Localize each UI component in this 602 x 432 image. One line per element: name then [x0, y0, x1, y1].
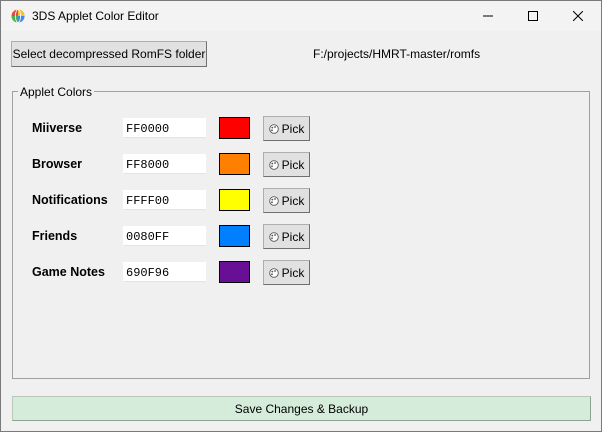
color-swatch [219, 117, 250, 139]
row-label: Notifications [32, 193, 108, 207]
hex-input[interactable]: FF8000 [123, 154, 206, 174]
color-row-game-notes: Game Notes 690F96 Pick [1, 260, 602, 286]
group-title: Applet Colors [18, 85, 95, 99]
pick-button-label: Pick [281, 121, 305, 136]
title-bar[interactable]: 3DS Applet Color Editor [1, 1, 601, 31]
color-row-notifications: Notifications FFFF00 Pick [1, 188, 602, 214]
select-folder-button[interactable]: Select decompressed RomFS folder [11, 41, 207, 67]
app-window: 3DS Applet Color Editor Select decompres… [0, 0, 602, 432]
row-label: Friends [32, 229, 78, 243]
window-title: 3DS Applet Color Editor [32, 9, 159, 23]
save-backup-button[interactable]: Save Changes & Backup [12, 396, 591, 421]
hex-input[interactable]: 690F96 [123, 262, 206, 282]
hex-input[interactable]: FF0000 [123, 118, 206, 138]
color-row-friends: Friends 0080FF Pick [1, 224, 602, 250]
color-row-browser: Browser FF8000 Pick [1, 152, 602, 178]
color-swatch [219, 261, 250, 283]
color-swatch [219, 189, 250, 211]
row-label: Miiverse [32, 121, 83, 135]
color-swatch [219, 225, 250, 247]
minimize-icon [483, 15, 493, 17]
pick-button[interactable]: Pick [263, 188, 310, 213]
maximize-icon [528, 11, 538, 21]
pick-button-label: Pick [281, 157, 305, 172]
palette-icon [268, 195, 279, 206]
hex-input[interactable]: FFFF00 [123, 190, 206, 210]
row-label: Game Notes [32, 265, 105, 279]
palette-icon [268, 159, 279, 170]
maximize-button[interactable] [510, 1, 556, 31]
close-icon [573, 11, 583, 21]
palette-icon [268, 123, 279, 134]
pick-button-label: Pick [281, 229, 305, 244]
close-button[interactable] [555, 1, 601, 31]
pick-button-label: Pick [281, 193, 305, 208]
pick-button[interactable]: Pick [263, 116, 310, 141]
pick-button[interactable]: Pick [263, 260, 310, 285]
folder-path-text: F:/projects/HMRT-master/romfs [313, 47, 481, 61]
minimize-button[interactable] [465, 1, 511, 31]
palette-icon [268, 231, 279, 242]
hex-input[interactable]: 0080FF [123, 226, 206, 246]
pick-button[interactable]: Pick [263, 224, 310, 249]
color-row-miiverse: Miiverse FF0000 Pick [1, 116, 602, 142]
pick-button[interactable]: Pick [263, 152, 310, 177]
color-swatch [219, 153, 250, 175]
row-label: Browser [32, 157, 83, 171]
palette-icon [268, 267, 279, 278]
pick-button-label: Pick [281, 265, 305, 280]
app-icon [11, 9, 25, 23]
